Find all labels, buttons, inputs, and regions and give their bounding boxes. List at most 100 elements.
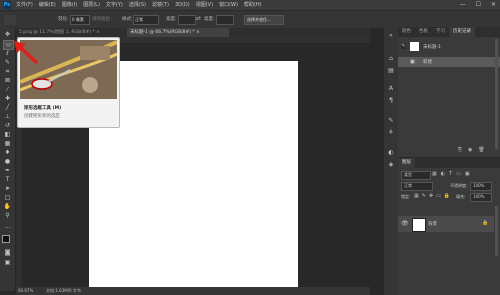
tab-learn[interactable]: 学习: [432, 27, 449, 37]
tab-history[interactable]: 历史记录: [449, 27, 475, 37]
zoom-level[interactable]: 66.67%: [18, 287, 33, 295]
lasso-tool-icon[interactable]: ℓ: [3, 50, 12, 58]
layers-scrollbar[interactable]: [495, 206, 498, 256]
history-state-row[interactable]: ▣ 新建: [398, 57, 500, 67]
history-snapshot-row[interactable]: ✎ 未标题-1: [398, 42, 500, 52]
menu-view[interactable]: 视图(V): [196, 0, 213, 10]
zoom-tool-icon[interactable]: ⚲: [3, 212, 12, 220]
menu-filter[interactable]: 滤镜(T): [152, 0, 169, 10]
menu-help[interactable]: 帮助(H): [244, 0, 262, 10]
menu-layer[interactable]: 图层(L): [83, 0, 100, 10]
minimize-icon[interactable]: —: [460, 0, 466, 10]
clone-source-icon[interactable]: ⚘: [387, 129, 395, 137]
antialias-checkbox[interactable]: 消除锯齿: [92, 16, 110, 22]
history-scrollbar[interactable]: [495, 39, 498, 149]
properties-icon[interactable]: ▤: [387, 67, 395, 75]
type-filter-icon[interactable]: T: [449, 171, 452, 177]
quick-selection-tool-icon[interactable]: ✎: [3, 59, 12, 67]
blend-mode-select[interactable]: 正常: [401, 182, 433, 191]
path-selection-tool-icon[interactable]: ➤: [3, 185, 12, 193]
menu-edit[interactable]: 编辑(E): [39, 0, 56, 10]
lock-position-icon[interactable]: ✥: [429, 193, 433, 199]
menu-file[interactable]: 文件(F): [16, 0, 33, 10]
width-label: 宽度:: [166, 17, 177, 22]
menu-window[interactable]: 窗口(W): [219, 0, 238, 10]
tab-layers[interactable]: 图层: [398, 158, 415, 168]
foreground-color-swatch[interactable]: [2, 235, 10, 243]
maximize-icon[interactable]: ☐: [476, 0, 481, 10]
lock-all-icon[interactable]: 🔒: [444, 193, 450, 199]
lock-artboard-icon[interactable]: ▭: [436, 193, 441, 199]
hand-tool-icon[interactable]: ✋: [3, 203, 12, 211]
menu-3d[interactable]: 3D(D): [175, 0, 190, 10]
opacity-input[interactable]: 100%: [470, 182, 492, 191]
refine-edge-button[interactable]: 选择并遮住...: [244, 15, 284, 25]
tab-5-png[interactable]: 5.png @ 11.7%(图层 1, RGB/8#) * ×: [16, 28, 127, 37]
menu-type[interactable]: 文字(Y): [106, 0, 123, 10]
blur-tool-icon[interactable]: ♦: [3, 149, 12, 157]
menu-select[interactable]: 选择(S): [129, 0, 146, 10]
camera-snapshot-icon[interactable]: ◉: [468, 147, 472, 153]
spot-healing-tool-icon[interactable]: ✚: [3, 95, 12, 103]
tab-untitled-1[interactable]: 未标题-1 @ 66.7%(RGB/8#) * ×: [127, 28, 229, 37]
document-info: 文档:1.63M/0 字节: [46, 288, 81, 293]
frame-tool-icon[interactable]: ⊠: [3, 77, 12, 85]
layer-row-background[interactable]: 👁 背景 🔒: [398, 216, 494, 232]
swap-arrows-icon[interactable]: ⇄: [196, 15, 201, 22]
document-canvas[interactable]: [89, 61, 298, 295]
smart-object-filter-icon[interactable]: ▣: [465, 171, 470, 177]
gradient-tool-icon[interactable]: ▦: [3, 140, 12, 148]
style-select[interactable]: 正常: [133, 15, 159, 25]
crop-tool-icon[interactable]: ⌗: [3, 68, 12, 76]
tab-close-icon[interactable]: ×: [96, 30, 100, 35]
lock-paint-icon[interactable]: ✎: [422, 193, 426, 199]
quick-mask-icon[interactable]: ◙: [3, 249, 12, 257]
layer-filter-select[interactable]: 类型: [401, 171, 431, 180]
feather-input[interactable]: 0 像素: [70, 15, 90, 25]
layer-thumbnail: [412, 218, 426, 232]
close-icon[interactable]: ✕: [491, 0, 496, 10]
brush-tool-icon[interactable]: ╱: [3, 104, 12, 112]
lock-pixels-icon[interactable]: ▦: [414, 193, 419, 199]
pen-tool-icon[interactable]: ✒: [3, 167, 12, 175]
dodge-tool-icon[interactable]: ●: [3, 158, 12, 166]
visibility-eye-icon[interactable]: 👁: [401, 220, 409, 227]
move-tool-icon[interactable]: ✥: [3, 31, 12, 39]
shape-filter-icon[interactable]: ▭: [456, 171, 461, 177]
history-brush-tool-icon[interactable]: ↺: [3, 122, 12, 130]
tab-swatches[interactable]: 色板: [415, 27, 432, 37]
character-icon[interactable]: A: [387, 85, 395, 93]
pixel-filter-icon[interactable]: ▦: [432, 171, 437, 177]
eraser-tool-icon[interactable]: ◧: [3, 131, 12, 139]
eyedropper-tool-icon[interactable]: ⁄: [3, 86, 12, 94]
new-document-from-state-icon[interactable]: ⎘: [458, 147, 462, 153]
tab-close-icon[interactable]: ×: [196, 30, 200, 35]
more-tools-icon[interactable]: …: [3, 223, 12, 231]
styles-icon[interactable]: ◈: [387, 161, 395, 169]
trash-icon[interactable]: 🗑: [478, 147, 484, 153]
width-input[interactable]: [178, 15, 196, 25]
collapse-icon[interactable]: «: [387, 32, 395, 40]
paragraph-icon[interactable]: ¶: [387, 97, 395, 105]
fill-label: 填充:: [456, 194, 466, 199]
screen-mode-icon[interactable]: ▣: [3, 259, 12, 267]
lock-icon: 🔒: [482, 220, 489, 226]
height-label: 高度:: [204, 17, 215, 22]
history-icon[interactable]: ⌂: [387, 55, 395, 63]
adjustments-icon[interactable]: ◐: [387, 149, 395, 157]
type-tool-icon[interactable]: T: [3, 176, 12, 184]
tab-color[interactable]: 颜色: [398, 27, 415, 37]
selection-mode-icons[interactable]: [22, 15, 54, 25]
brush-settings-icon[interactable]: ✎: [387, 117, 395, 125]
fill-input[interactable]: 100%: [470, 193, 492, 202]
clone-stamp-tool-icon[interactable]: ⊥: [3, 113, 12, 121]
snapshot-thumbnail: [410, 42, 419, 51]
blend-mode-value: 正常: [404, 183, 412, 188]
panel-icon-strip: « ⌂ ▤ A ¶ ✎ ⚘ ◐ ◈: [383, 27, 398, 295]
height-input[interactable]: [216, 15, 234, 25]
rectangle-tool-icon[interactable]: □: [3, 194, 12, 202]
menu-image[interactable]: 图像(I): [62, 0, 77, 10]
adjustment-filter-icon[interactable]: ◐: [441, 171, 445, 177]
main-menu: 文件(F) 编辑(E) 图像(I) 图层(L) 文字(Y) 选择(S) 滤镜(T…: [16, 0, 262, 10]
tool-preset-icon[interactable]: [4, 15, 16, 25]
